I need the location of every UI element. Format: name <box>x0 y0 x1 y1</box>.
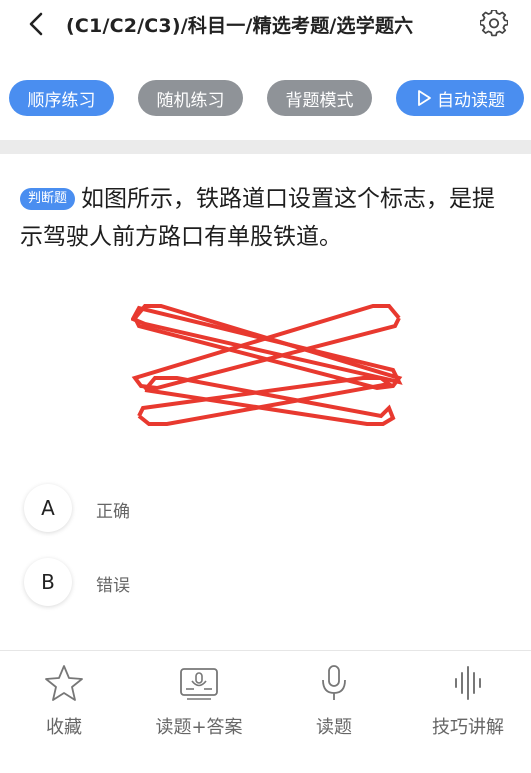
read-question-label: 读题 <box>316 717 352 738</box>
option-b[interactable]: B 错误 <box>24 558 504 608</box>
page-title: (C1/C2/C3)/科目一/精选考题/选学题六 <box>66 15 414 37</box>
read-question-button[interactable]: 读题 <box>274 663 394 739</box>
option-b-text: 错误 <box>96 576 130 596</box>
play-icon <box>418 90 431 106</box>
read-answer-icon <box>180 668 218 700</box>
read-with-answer-label: 读题+答案 <box>155 717 243 738</box>
random-practice-button[interactable]: 随机练习 <box>138 80 243 116</box>
memorize-mode-button[interactable]: 背题模式 <box>267 80 372 116</box>
question-type-badge: 判断题 <box>20 188 76 210</box>
sound-wave-icon <box>455 666 481 700</box>
memorize-mode-label: 背题模式 <box>285 90 354 111</box>
favorite-button[interactable]: 收藏 <box>4 663 124 739</box>
header-bar: (C1/C2/C3)/科目一/精选考题/选学题六 <box>0 0 531 48</box>
gear-icon[interactable] <box>480 10 508 38</box>
question-text: 如图所示，铁路道口设置这个标志，是提示驾驶人前方路口有单股铁道。 <box>20 186 496 250</box>
sequential-practice-label: 顺序练习 <box>27 90 96 111</box>
option-a[interactable]: A 正确 <box>24 484 504 534</box>
auto-read-button[interactable]: 自动读题 <box>396 80 524 116</box>
mode-bar: 顺序练习 随机练习 背题模式 自动读题 <box>0 80 531 118</box>
bottom-toolbar: 收藏 读题+答案 读题 技巧讲解 <box>0 651 531 773</box>
favorite-label: 收藏 <box>46 717 82 738</box>
option-a-text: 正确 <box>96 502 130 522</box>
sequential-practice-button[interactable]: 顺序练习 <box>9 80 114 116</box>
section-divider <box>0 140 531 154</box>
option-a-letter: A <box>24 484 72 532</box>
tips-explanation-label: 技巧讲解 <box>432 717 504 738</box>
microphone-icon <box>322 665 346 700</box>
random-practice-label: 随机练习 <box>156 90 225 111</box>
auto-read-label: 自动读题 <box>437 90 505 111</box>
railway-crossing-sign-image <box>131 304 403 426</box>
tips-explanation-button[interactable]: 技巧讲解 <box>408 663 528 739</box>
back-chevron-icon[interactable] <box>26 12 48 36</box>
question-block: 判断题 如图所示，铁路道口设置这个标志，是提示驾驶人前方路口有单股铁道。 <box>20 180 510 256</box>
read-with-answer-button[interactable]: 读题+答案 <box>139 663 259 739</box>
option-b-letter: B <box>24 558 72 606</box>
star-icon <box>45 665 83 701</box>
